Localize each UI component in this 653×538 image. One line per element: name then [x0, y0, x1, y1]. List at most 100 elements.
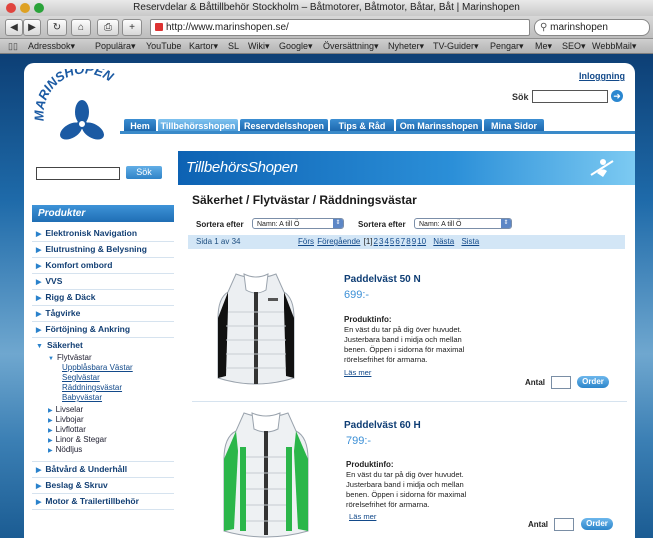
- browser-search-field[interactable]: ⚲ marinshopen: [534, 19, 650, 36]
- sort-label: Sortera efter: [196, 220, 244, 229]
- sidebar-item-beslag[interactable]: ▶ Beslag & Skruv: [32, 478, 174, 494]
- marinshopen-logo[interactable]: MARINSHOPEN: [31, 61, 134, 147]
- sidebar-link-raddningsvastar[interactable]: Räddningsvästar: [62, 383, 122, 392]
- page-info: Sida 1 av 34: [196, 237, 241, 246]
- bookmark-item[interactable]: WebbMail▾: [592, 39, 636, 53]
- sidebar-search-button[interactable]: Sök: [126, 166, 162, 179]
- sidebar-link-seglvastar[interactable]: Seglvästar: [62, 373, 100, 382]
- quantity-label: Antal: [528, 520, 548, 529]
- sidebar-search-input[interactable]: [36, 167, 120, 180]
- pager-page[interactable]: 9: [412, 237, 416, 246]
- site-container: MARINSHOPEN Inloggning Sök ➜ Hem Tillbeh…: [24, 61, 635, 538]
- sort-select-1[interactable]: Namn: A till Ö ⇕: [252, 218, 344, 229]
- sidebar-sub-livflottar[interactable]: ▶ Livflottar: [48, 425, 86, 434]
- bookmark-item[interactable]: Kartor▾: [189, 39, 218, 53]
- back-arrow-icon: ◀: [10, 22, 18, 33]
- quantity-label: Antal: [525, 378, 545, 387]
- bookmark-item[interactable]: SL: [228, 39, 239, 53]
- bookmark-item[interactable]: TV-Guider▾: [433, 39, 479, 53]
- sidebar-item-sakerhet[interactable]: ▼ Säkerhet: [32, 338, 174, 353]
- sidebar-sub-nodljus[interactable]: ▶ Nödljus: [48, 445, 82, 454]
- reload-button[interactable]: ↻: [47, 19, 67, 36]
- sidebar-sub-linor-stegar[interactable]: ▶ Linor & Stegar: [48, 435, 107, 444]
- vest-green-image: [223, 412, 309, 538]
- site-favicon-icon: [155, 23, 163, 31]
- pager-next[interactable]: Nästa: [433, 237, 454, 246]
- sidebar-item-rigg-dack[interactable]: ▶ Rigg & Däck: [32, 290, 174, 306]
- read-more-link[interactable]: Läs mer: [349, 512, 376, 521]
- header-search-input[interactable]: [532, 90, 608, 103]
- pager-page[interactable]: 2: [374, 237, 378, 246]
- forward-arrow-icon: ▶: [28, 22, 36, 33]
- chevron-right-icon: ▶: [36, 311, 42, 318]
- forward-button[interactable]: ▶: [23, 19, 41, 36]
- product-description: En väst du tar på dig över huvudet. Just…: [346, 470, 467, 509]
- back-button[interactable]: ◀: [5, 19, 23, 36]
- minimize-window-button[interactable]: [20, 3, 30, 13]
- chevron-right-icon: ▶: [48, 418, 53, 424]
- search-icon: ⚲: [540, 22, 548, 33]
- pager-page[interactable]: 10: [417, 237, 426, 246]
- window-title: Reservdelar & Båttillbehör Stockholm – B…: [133, 2, 520, 13]
- product-info-label: Produktinfo:: [346, 460, 394, 469]
- print-button[interactable]: ⎙: [97, 19, 119, 36]
- product-name[interactable]: Paddelväst 50 N: [344, 274, 421, 285]
- chevron-right-icon: ▶: [36, 467, 42, 474]
- sidebar-link-uppblasbara[interactable]: Uppblåsbara Västar: [62, 363, 133, 372]
- pager-page[interactable]: 5: [390, 237, 394, 246]
- product-image[interactable]: [220, 407, 312, 538]
- pager-last[interactable]: Sista: [461, 237, 479, 246]
- sidebar-sub-livbojar[interactable]: ▶ Livbojar: [48, 415, 84, 424]
- quantity-input[interactable]: [554, 518, 574, 531]
- pagination: Förs Föregående [1]2345678910 Nästa Sist…: [298, 237, 480, 246]
- sidebar-item-elutrustning[interactable]: ▶ Elutrustning & Belysning: [32, 242, 174, 258]
- pager-page[interactable]: 4: [384, 237, 388, 246]
- add-bookmark-button[interactable]: +: [122, 19, 142, 36]
- order-button[interactable]: Order: [577, 376, 609, 388]
- address-bar[interactable]: http://www.marinshopen.se/: [150, 19, 530, 36]
- header-search-go-button[interactable]: ➜: [611, 90, 623, 102]
- sidebar-item-vvs[interactable]: ▶ VVS: [32, 274, 174, 290]
- bookmark-item[interactable]: Nyheter▾: [388, 39, 424, 53]
- pager-page[interactable]: 8: [406, 237, 410, 246]
- pager-page[interactable]: 3: [379, 237, 383, 246]
- products-heading: Produkter: [32, 205, 174, 222]
- bookmark-item[interactable]: Wiki▾: [248, 39, 270, 53]
- read-more-link[interactable]: Läs mer: [344, 368, 371, 377]
- window-title-bar: Reservdelar & Båttillbehör Stockholm – B…: [0, 0, 653, 17]
- bookmark-item[interactable]: Pengar▾: [490, 39, 524, 53]
- sidebar-sub-flytvastar[interactable]: ▼ Flytvästar: [48, 353, 92, 362]
- bookmark-item[interactable]: Populära▾: [95, 39, 136, 53]
- product-name[interactable]: Paddelväst 60 H: [344, 420, 421, 431]
- quantity-input[interactable]: [551, 376, 571, 389]
- chevron-right-icon: ▶: [36, 295, 42, 302]
- close-window-button[interactable]: [6, 3, 16, 13]
- sidebar-item-fortojning[interactable]: ▶ Förtöjning & Ankring: [32, 322, 174, 338]
- bookmark-item[interactable]: Google▾: [279, 39, 313, 53]
- sidebar-sub-livselar[interactable]: ▶ Livselar: [48, 405, 83, 414]
- bookmark-item[interactable]: SEO▾: [562, 39, 586, 53]
- kayaker-icon: [590, 159, 614, 177]
- sidebar-item-komfort[interactable]: ▶ Komfort ombord: [32, 258, 174, 274]
- product-image[interactable]: [214, 268, 298, 392]
- bookmark-item[interactable]: Me▾: [535, 39, 552, 53]
- sidebar-item-batvard[interactable]: ▶ Båtvård & Underhåll: [32, 461, 174, 478]
- order-button[interactable]: Order: [581, 518, 613, 530]
- bookmark-item[interactable]: Översättning▾: [323, 39, 379, 53]
- bookmark-item[interactable]: YouTube: [146, 39, 181, 53]
- bookmarks-bar: ▯▯ Adressbok▾ Populära▾ YouTube Kartor▾ …: [0, 39, 653, 54]
- zoom-window-button[interactable]: [34, 3, 44, 13]
- sidebar-item-elektronisk-navigation[interactable]: ▶ Elektronisk Navigation: [32, 226, 174, 242]
- bookmark-item[interactable]: Adressbok▾: [28, 39, 75, 53]
- pager-first[interactable]: Förs: [298, 237, 314, 246]
- sidebar-link-babyvastar[interactable]: Babyvästar: [62, 393, 102, 402]
- pager-prev[interactable]: Föregående: [317, 237, 360, 246]
- login-link[interactable]: Inloggning: [579, 71, 625, 81]
- pager-page[interactable]: 6: [395, 237, 399, 246]
- pager-page[interactable]: 7: [401, 237, 405, 246]
- home-button[interactable]: ⌂: [71, 19, 91, 36]
- sidebar-item-tagvirke[interactable]: ▶ Tågvirke: [32, 306, 174, 322]
- sidebar-item-motor-trailer[interactable]: ▶ Motor & Trailertillbehör: [32, 494, 174, 510]
- chevron-down-icon: ▼: [36, 343, 43, 350]
- sort-select-2[interactable]: Namn: A till Ö ⇕: [414, 218, 512, 229]
